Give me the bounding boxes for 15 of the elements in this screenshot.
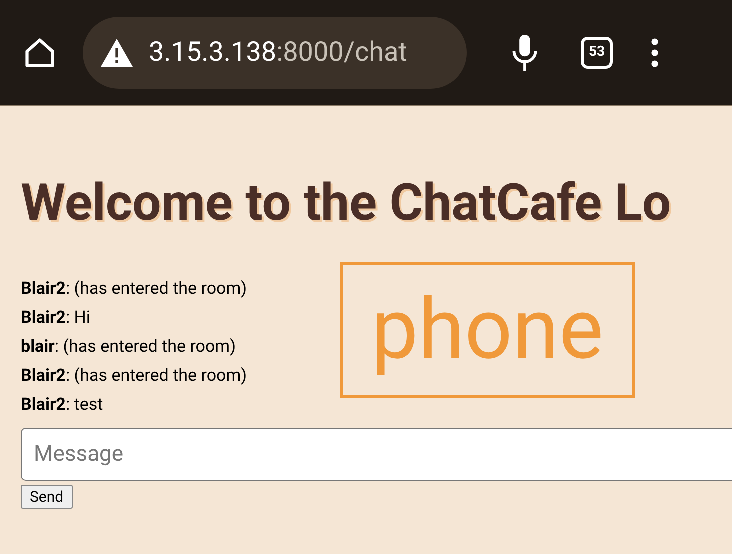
menu-icon[interactable]: [651, 38, 659, 68]
chat-message: Blair2: Hi: [21, 307, 92, 330]
microphone-icon[interactable]: [511, 34, 539, 70]
send-button[interactable]: Send: [21, 485, 73, 509]
chat-message: Blair2: (has entered the room): [21, 365, 248, 388]
address-bar[interactable]: 3.15.3.138:8000/chat: [83, 16, 467, 88]
home-icon[interactable]: [23, 36, 57, 70]
page-heading: Welcome to the ChatCafe Lo: [21, 178, 672, 229]
chat-message: blair: (has entered the room): [21, 336, 238, 359]
chat-message: Blair2: (has entered the room): [21, 278, 248, 301]
message-field[interactable]: Message: [21, 428, 732, 481]
warning-icon: [101, 38, 133, 66]
tab-count[interactable]: 53: [581, 36, 613, 68]
chat-message: Blair2: test: [21, 394, 104, 417]
url-text: 3.15.3.138:8000/chat: [149, 35, 408, 70]
